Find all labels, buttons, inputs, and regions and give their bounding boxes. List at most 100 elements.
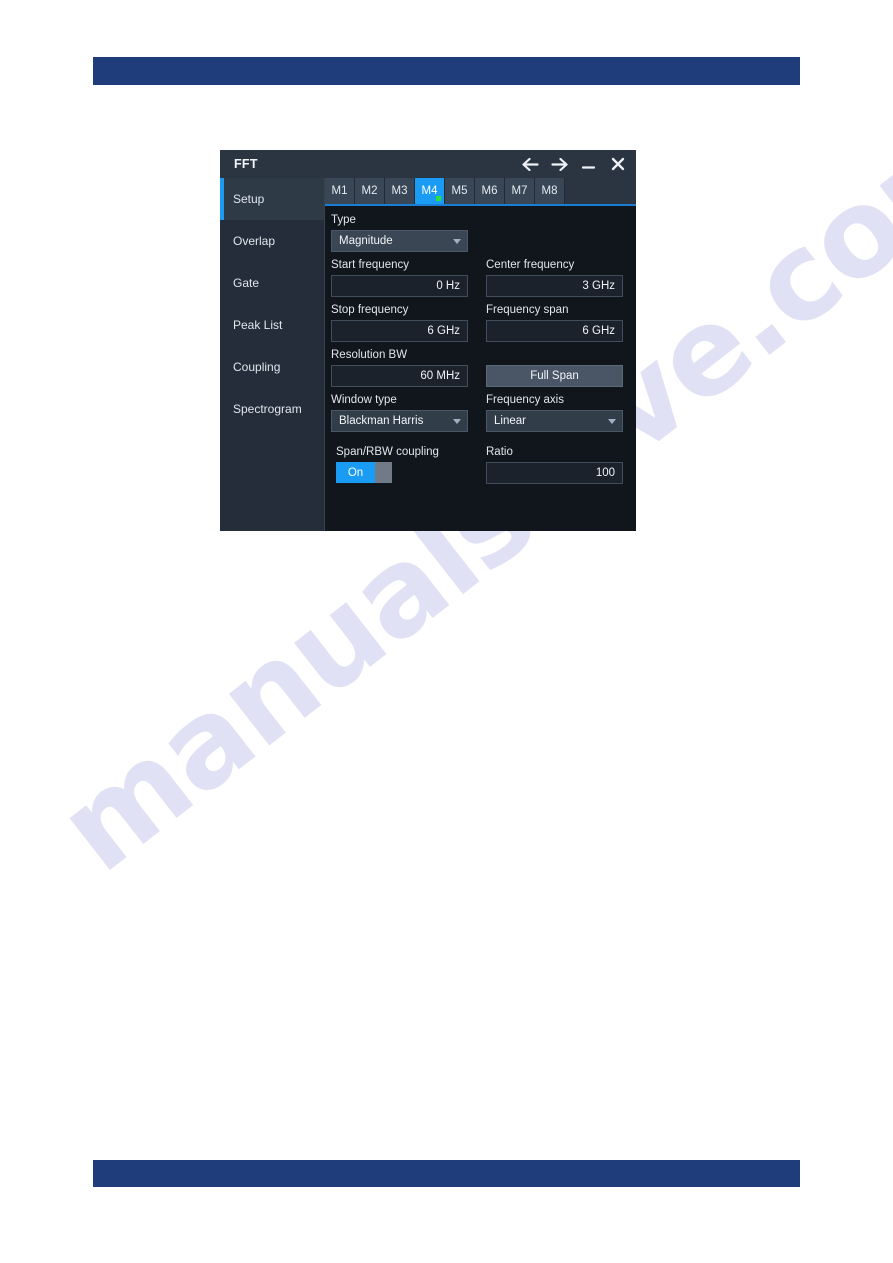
sidebar-item-label: Setup	[233, 192, 265, 206]
type-value: Magnitude	[339, 235, 393, 247]
sidebar-item-overlap[interactable]: Overlap	[220, 220, 324, 262]
start-frequency-label: Start frequency	[331, 259, 409, 271]
field-start-frequency: Start frequency 0 Hz	[331, 258, 468, 297]
sidebar-item-label: Peak List	[233, 318, 283, 332]
window-type-value: Blackman Harris	[339, 415, 424, 427]
field-window-type: Window type Blackman Harris	[331, 393, 468, 432]
sidebar-item-label: Spectrogram	[233, 402, 302, 416]
field-stop-frequency: Stop frequency 6 GHz	[331, 303, 468, 342]
sidebar-item-peak-list[interactable]: Peak List	[220, 304, 324, 346]
form-spacer-row	[331, 438, 630, 445]
center-frequency-input[interactable]: 3 GHz	[486, 275, 623, 297]
window-type-dropdown[interactable]: Blackman Harris	[331, 410, 468, 432]
ratio-input[interactable]: 100	[486, 462, 623, 484]
resolution-bw-value: 60 MHz	[420, 370, 460, 382]
tab-m8[interactable]: M8	[535, 178, 565, 204]
window-type-label: Window type	[331, 394, 397, 406]
tab-label: M6	[481, 185, 498, 197]
start-frequency-input[interactable]: 0 Hz	[331, 275, 468, 297]
form-row-rbw-fullspan: Resolution BW 60 MHz Full Span	[331, 348, 630, 387]
stop-frequency-label: Stop frequency	[331, 304, 409, 316]
close-icon[interactable]	[609, 156, 626, 173]
resolution-bw-input[interactable]: 60 MHz	[331, 365, 468, 387]
dialog-titlebar: FFT	[220, 150, 636, 178]
form-row-coupling-ratio: Span/RBW coupling On Ratio 100	[331, 445, 630, 484]
form-row-start-center: Start frequency 0 Hz Center frequency 3 …	[331, 258, 630, 297]
full-span-button[interactable]: Full Span	[486, 365, 623, 387]
resolution-bw-label: Resolution BW	[331, 349, 408, 361]
dialog-body: Setup Overlap Gate Peak List Coupling Sp…	[220, 178, 636, 531]
field-frequency-axis: Frequency axis Linear	[486, 393, 623, 432]
full-span-button-label: Full Span	[530, 370, 579, 382]
sidebar-item-label: Coupling	[233, 360, 281, 374]
tab-m7[interactable]: M7	[505, 178, 535, 204]
sidebar-item-coupling[interactable]: Coupling	[220, 346, 324, 388]
field-ratio: Ratio 100	[486, 445, 623, 484]
tab-strip-filler	[565, 178, 636, 204]
dialog-sidebar: Setup Overlap Gate Peak List Coupling Sp…	[220, 178, 325, 531]
sidebar-item-label: Gate	[233, 276, 260, 290]
measurement-tab-strip: M1 M2 M3 M4 M5 M6 M7 M8	[325, 178, 636, 206]
field-span-rbw-coupling: Span/RBW coupling On	[331, 445, 468, 484]
form-spacer	[486, 213, 623, 252]
full-span-spacer-label	[486, 348, 623, 362]
back-icon[interactable]	[522, 156, 539, 173]
tab-m2[interactable]: M2	[355, 178, 385, 204]
chevron-down-icon	[453, 418, 461, 424]
type-label: Type	[331, 214, 356, 226]
sidebar-item-label: Overlap	[233, 234, 276, 248]
setup-form: Type Magnitude Start frequency 0 Hz Cent…	[325, 206, 636, 531]
tab-m5[interactable]: M5	[445, 178, 475, 204]
frequency-axis-value: Linear	[494, 415, 526, 427]
field-resolution-bw: Resolution BW 60 MHz	[331, 348, 468, 387]
tab-m6[interactable]: M6	[475, 178, 505, 204]
span-rbw-coupling-label: Span/RBW coupling	[336, 446, 439, 458]
tab-label: M1	[331, 185, 348, 197]
document-footer-bar	[93, 1160, 800, 1187]
sidebar-item-setup[interactable]: Setup	[220, 178, 324, 220]
toggle-knob	[375, 462, 392, 483]
form-row-window-axis: Window type Blackman Harris Frequency ax…	[331, 393, 630, 432]
ratio-label: Ratio	[486, 446, 513, 458]
tab-label: M3	[391, 185, 408, 197]
tab-m3[interactable]: M3	[385, 178, 415, 204]
frequency-axis-dropdown[interactable]: Linear	[486, 410, 623, 432]
stop-frequency-value: 6 GHz	[427, 325, 460, 337]
span-rbw-coupling-toggle-state: On	[336, 462, 375, 483]
frequency-span-value: 6 GHz	[582, 325, 615, 337]
form-row-type: Type Magnitude	[331, 213, 630, 252]
type-dropdown[interactable]: Magnitude	[331, 230, 468, 252]
tab-m1[interactable]: M1	[325, 178, 355, 204]
fft-dialog: FFT Setup Overlap Gate Peak List Couplin…	[220, 150, 636, 531]
start-frequency-value: 0 Hz	[436, 280, 460, 292]
frequency-span-input[interactable]: 6 GHz	[486, 320, 623, 342]
chevron-down-icon	[608, 418, 616, 424]
forward-icon[interactable]	[551, 156, 568, 173]
dialog-content: M1 M2 M3 M4 M5 M6 M7 M8 Type Magnitude S…	[325, 178, 636, 531]
tab-label: M7	[511, 185, 528, 197]
document-header-bar	[93, 57, 800, 85]
tab-m4[interactable]: M4	[415, 178, 445, 204]
ratio-value: 100	[595, 467, 615, 479]
sidebar-item-spectrogram[interactable]: Spectrogram	[220, 388, 324, 430]
dialog-title: FFT	[234, 157, 258, 171]
titlebar-actions	[522, 156, 626, 173]
tab-label: M2	[361, 185, 378, 197]
chevron-down-icon	[453, 238, 461, 244]
field-type: Type Magnitude	[331, 213, 468, 252]
field-frequency-span: Frequency span 6 GHz	[486, 303, 623, 342]
frequency-axis-label: Frequency axis	[486, 394, 564, 406]
field-center-frequency: Center frequency 3 GHz	[486, 258, 623, 297]
frequency-span-label: Frequency span	[486, 304, 569, 316]
tab-active-indicator-dot	[436, 196, 441, 201]
tab-label: M5	[451, 185, 468, 197]
span-rbw-coupling-toggle[interactable]: On	[336, 462, 392, 483]
sidebar-item-gate[interactable]: Gate	[220, 262, 324, 304]
tab-label: M8	[541, 185, 558, 197]
center-frequency-label: Center frequency	[486, 259, 575, 271]
center-frequency-value: 3 GHz	[582, 280, 615, 292]
stop-frequency-input[interactable]: 6 GHz	[331, 320, 468, 342]
field-full-span: Full Span	[486, 348, 623, 387]
form-row-stop-span: Stop frequency 6 GHz Frequency span 6 GH…	[331, 303, 630, 342]
minimize-icon[interactable]	[580, 156, 597, 173]
